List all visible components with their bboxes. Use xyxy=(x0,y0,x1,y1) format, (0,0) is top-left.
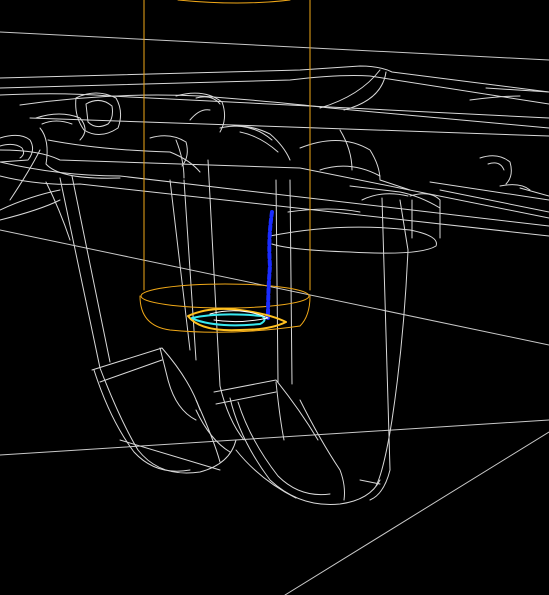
wireframe-scene[interactable] xyxy=(0,0,549,595)
viewport-background xyxy=(0,0,549,595)
cad-3d-viewport[interactable] xyxy=(0,0,549,595)
